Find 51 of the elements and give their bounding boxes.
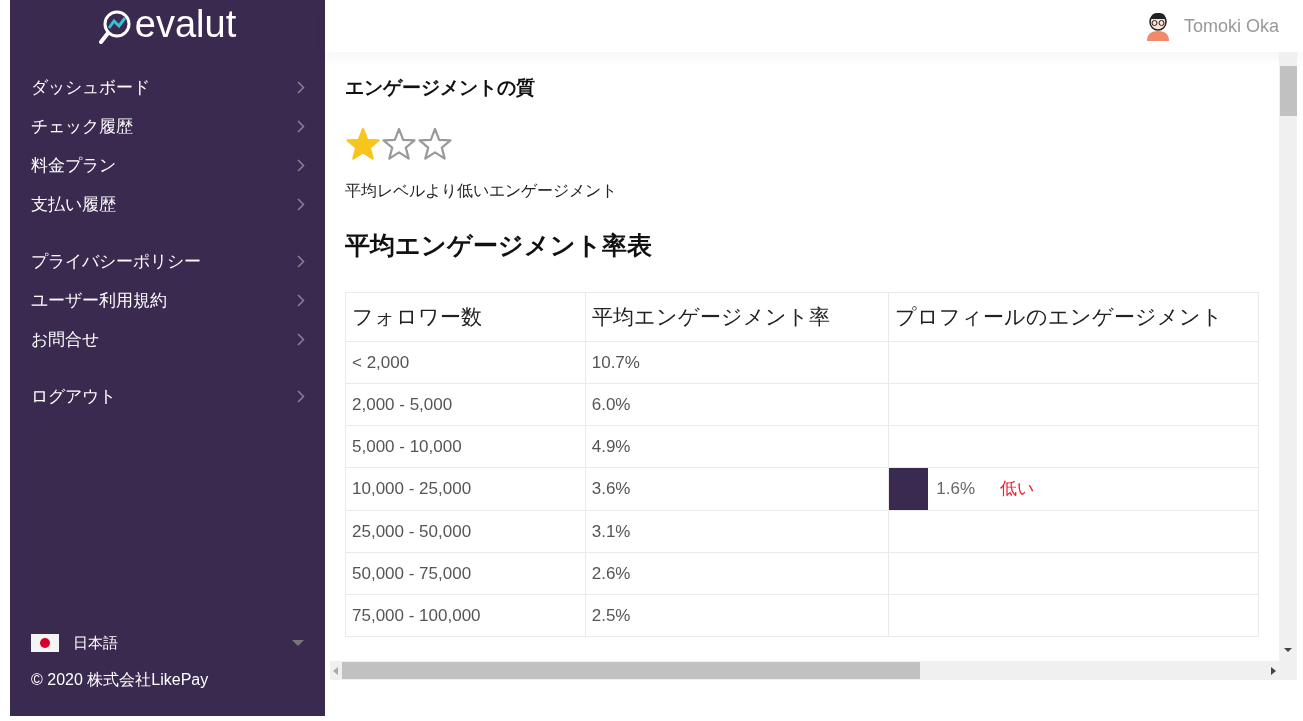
table-title: 平均エンゲージメント率表 <box>345 229 653 261</box>
chevron-right-icon <box>297 390 305 403</box>
table-cell: 25,000 - 50,000 <box>345 510 586 553</box>
table-cell: 3.6% <box>585 467 889 511</box>
scroll-down-icon <box>1283 646 1293 654</box>
table-cell: 2.6% <box>585 552 889 595</box>
engagement-value: 1.6% <box>936 478 976 501</box>
section-title: エンゲージメントの質 <box>345 76 536 100</box>
table-cell: 3.1% <box>585 510 889 553</box>
column-header: 平均エンゲージメント率 <box>585 292 889 342</box>
quality-description: 平均レベルより低いエンゲージメント <box>345 180 618 201</box>
horizontal-scrollbar[interactable] <box>330 661 1279 680</box>
table-cell: 10,000 - 25,000 <box>345 467 586 511</box>
vertical-scrollbar[interactable] <box>1279 52 1297 680</box>
chevron-right-icon <box>297 294 305 307</box>
table-cell: 4.9% <box>585 425 889 468</box>
japan-flag-icon <box>31 634 59 652</box>
scrollbar-thumb[interactable] <box>342 662 920 679</box>
logo-text: evalut <box>134 5 237 43</box>
table-cell: 50,000 - 75,000 <box>345 552 586 595</box>
table-cell: < 2,000 <box>345 341 586 384</box>
engagement-bar <box>889 468 929 510</box>
table-cell: 2.5% <box>585 594 889 637</box>
scrollbar-thumb[interactable] <box>1279 66 1297 116</box>
nav-item[interactable]: 支払い履歴 <box>10 185 325 224</box>
chevron-right-icon <box>297 333 305 346</box>
table-cell: 6.0% <box>585 383 889 426</box>
chevron-right-icon <box>297 120 305 133</box>
copyright-text: © 2020 株式会社LikePay <box>30 670 210 690</box>
nav-item[interactable]: ダッシュボード <box>10 68 325 107</box>
nav-item[interactable]: お問合せ <box>10 320 325 359</box>
chevron-right-icon <box>297 159 305 172</box>
filled-star-icon <box>345 126 381 161</box>
engagement-verdict: 低い <box>1000 478 1035 501</box>
dropdown-caret-icon <box>292 639 304 647</box>
chevron-right-icon <box>297 81 305 94</box>
nav-item[interactable]: チェック履歴 <box>10 107 325 146</box>
nav-item[interactable]: プライバシーポリシー <box>10 242 325 281</box>
table-cell: 5,000 - 10,000 <box>345 425 586 468</box>
table-cell: 10.7% <box>585 341 889 384</box>
table-cell: 2,000 - 5,000 <box>345 383 586 426</box>
nav-item[interactable]: 料金プラン <box>10 146 325 185</box>
nav-item[interactable]: ユーザー利用規約 <box>10 281 325 320</box>
column-header: フォロワー数 <box>345 292 586 342</box>
table-cell: 75,000 - 100,000 <box>345 594 586 637</box>
chevron-right-icon <box>297 198 305 211</box>
nav-item[interactable]: ログアウト <box>10 377 325 416</box>
empty-star-icon <box>417 126 453 161</box>
chevron-right-icon <box>297 255 305 268</box>
language-selector[interactable]: 日本語 <box>10 628 325 658</box>
column-header: プロフィールのエンゲージメント <box>888 292 1259 342</box>
